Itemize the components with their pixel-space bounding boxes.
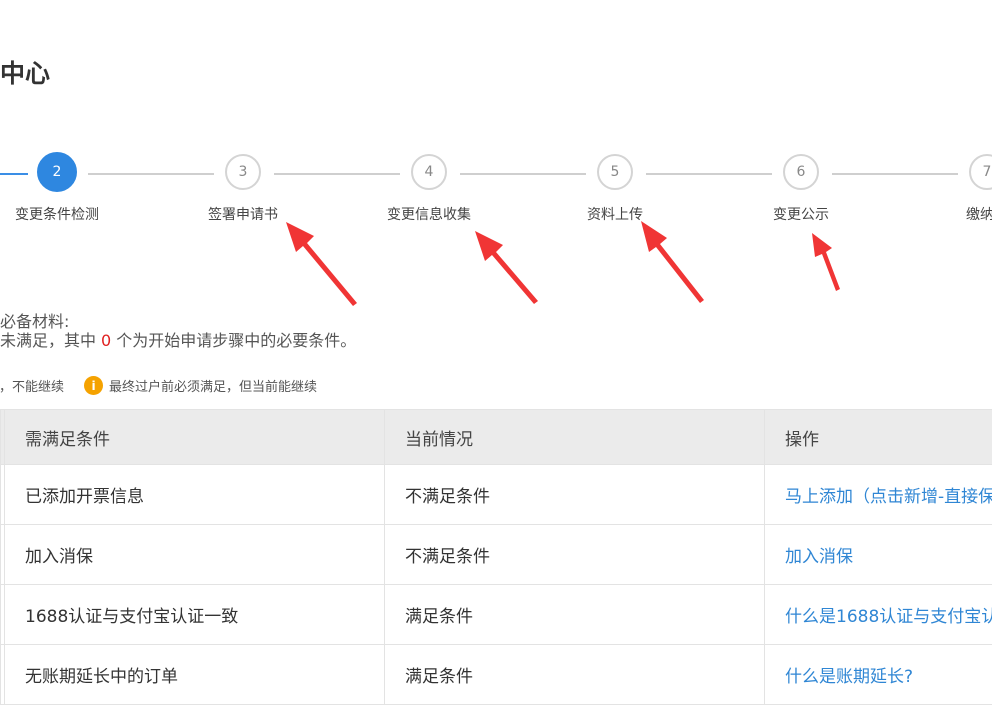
condition-cell: 已添加开票信息: [5, 465, 385, 525]
column-header-action: 操作: [765, 410, 992, 465]
step-connector: [274, 173, 400, 175]
step-5-label: 资料上传: [587, 204, 643, 224]
annotation-arrow: [641, 221, 704, 303]
table-row: 无账期延长中的订单 满足条件 什么是账期延长?: [1, 645, 992, 705]
step-connector: [832, 173, 958, 175]
step-3-label: 签署申请书: [208, 204, 278, 224]
step-7-label: 缴纳服: [966, 204, 992, 224]
step-connector: [460, 173, 586, 175]
warning-icon: i: [84, 376, 103, 395]
step-4-label: 变更信息收集: [387, 204, 471, 224]
step-6-label: 变更公示: [773, 204, 829, 224]
column-header-status: 当前情况: [385, 410, 765, 465]
required-count: 0: [101, 331, 111, 350]
step-2-circle[interactable]: 2: [37, 152, 77, 192]
step-6-circle[interactable]: 6: [783, 154, 819, 190]
step-connector: [88, 173, 214, 175]
legend: 足，不能继续 i 最终过户前必须满足，但当前能继续: [0, 376, 317, 395]
annotation-arrow: [812, 233, 840, 291]
condition-cell: 加入消保: [5, 525, 385, 585]
step-2-label: 变更条件检测: [15, 204, 99, 224]
table-row: 已添加开票信息 不满足条件 马上添加（点击新增-直接保: [1, 465, 992, 525]
step-3-circle[interactable]: 3: [225, 154, 261, 190]
action-link[interactable]: 什么是1688认证与支付宝认: [765, 585, 992, 645]
step-connector: [0, 173, 28, 175]
legend-blocking-text: 足，不能继续: [0, 376, 64, 395]
summary-suffix: 个为开始申请步骤中的必要条件。: [116, 331, 356, 350]
column-header-condition: 需满足条件: [5, 410, 385, 465]
status-cell: 不满足条件: [385, 525, 765, 585]
step-7-circle[interactable]: 7: [969, 154, 992, 190]
table-header-row: 需满足条件 当前情况 操作: [1, 410, 992, 465]
status-cell: 不满足条件: [385, 465, 765, 525]
conditions-summary: 件未满足，其中 0 个为开始申请步骤中的必要条件。: [0, 327, 356, 351]
step-connector: [646, 173, 772, 175]
table-row: 加入消保 不满足条件 加入消保: [1, 525, 992, 585]
status-cell: 满足条件: [385, 645, 765, 705]
action-link[interactable]: 什么是账期延长?: [765, 645, 992, 705]
step-5-circle[interactable]: 5: [597, 154, 633, 190]
action-link[interactable]: 马上添加（点击新增-直接保: [765, 465, 992, 525]
annotation-arrow: [286, 222, 357, 306]
conditions-table: 需满足条件 当前情况 操作 已添加开票信息 不满足条件 马上添加（点击新增-直接…: [0, 409, 992, 705]
summary-prefix: 件未满足，其中: [0, 331, 96, 350]
table-row: 1688认证与支付宝认证一致 满足条件 什么是1688认证与支付宝认: [1, 585, 992, 645]
progress-stepper: 2 3 4 5 6 7 变更条件检测 签署申请书 变更信息收集 资料上传 变更公…: [0, 152, 992, 232]
legend-warning-text: 最终过户前必须满足，但当前能继续: [109, 376, 317, 395]
status-cell: 满足条件: [385, 585, 765, 645]
step-4-circle[interactable]: 4: [411, 154, 447, 190]
condition-cell: 1688认证与支付宝认证一致: [5, 585, 385, 645]
page-title: 中心: [0, 54, 50, 90]
action-link[interactable]: 加入消保: [765, 525, 992, 585]
condition-cell: 无账期延长中的订单: [5, 645, 385, 705]
annotation-arrow: [475, 231, 538, 304]
